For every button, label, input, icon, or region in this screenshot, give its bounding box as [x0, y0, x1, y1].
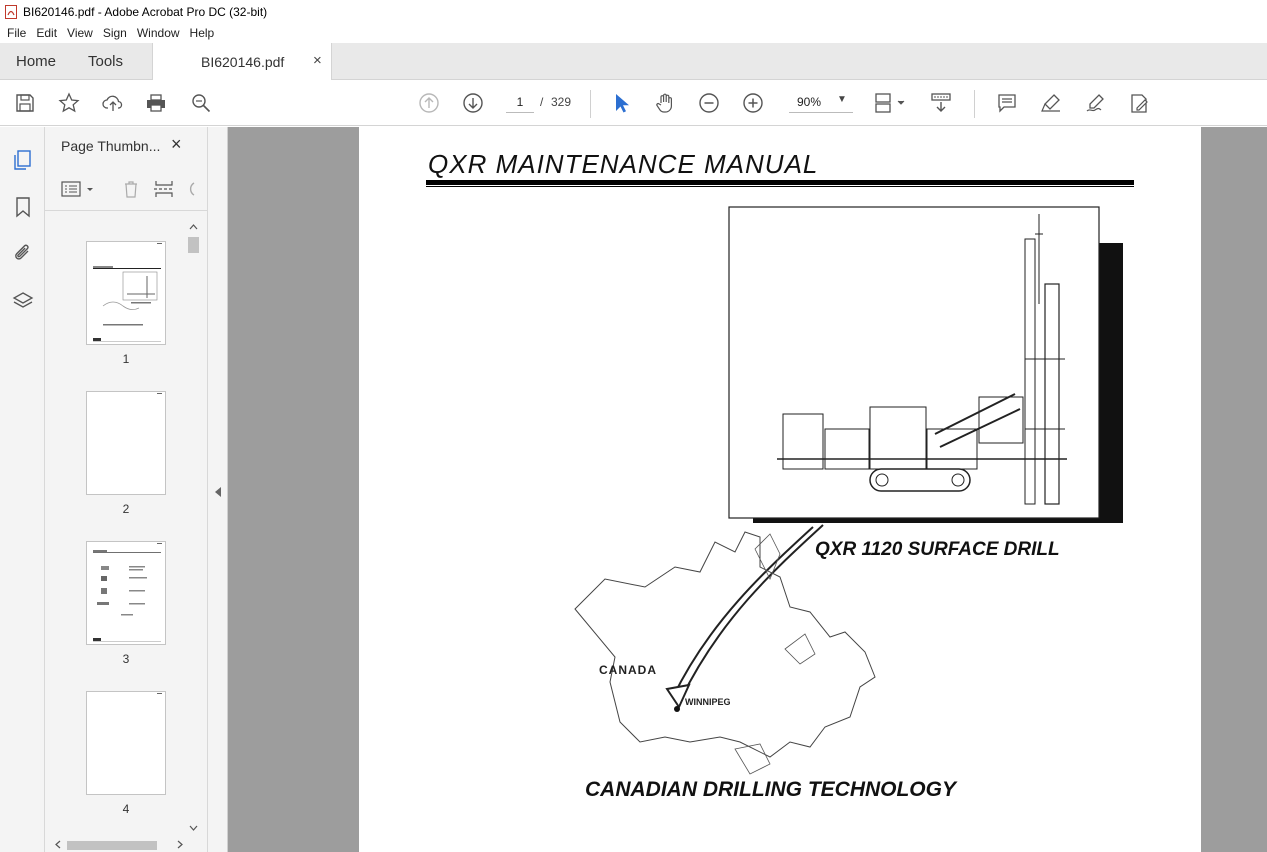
tab-document-label: BI620146.pdf — [201, 54, 285, 70]
menu-sign[interactable]: Sign — [98, 23, 132, 43]
window-title: BI620146.pdf - Adobe Acrobat Pro DC (32-… — [23, 4, 268, 19]
scroll-up-icon[interactable] — [189, 223, 198, 230]
previous-page-icon[interactable] — [416, 90, 442, 116]
document-viewer[interactable]: QXR MAINTENANCE MANUAL QXR 1120 SURFACE … — [228, 127, 1267, 852]
scroll-left-icon[interactable] — [54, 840, 61, 849]
chevron-down-icon: ▼ — [837, 94, 847, 105]
company-name: CANADIAN DRILLING TECHNOLOGY — [585, 778, 956, 801]
bookmark-star-icon[interactable] — [56, 90, 82, 116]
drill-caption: QXR 1120 SURFACE DRILL — [815, 539, 1060, 560]
menu-edit[interactable]: Edit — [31, 23, 62, 43]
tab-tools[interactable]: Tools — [88, 53, 123, 70]
toolbar-divider — [590, 90, 591, 118]
thumbnail-label: 1 — [122, 352, 130, 366]
thumbnail-horizontal-scrollbar[interactable] — [50, 838, 188, 852]
pdf-page: QXR MAINTENANCE MANUAL QXR 1120 SURFACE … — [359, 127, 1201, 852]
scroll-right-icon[interactable] — [177, 840, 184, 849]
thumbnail-preview-image — [157, 693, 162, 694]
comment-icon[interactable] — [994, 90, 1020, 116]
zoom-select[interactable]: 90% ▼ — [789, 91, 853, 113]
navigation-rail — [0, 127, 45, 852]
title-rule — [426, 180, 1134, 185]
thumbnail-label: 2 — [122, 502, 130, 516]
collapse-arrow-icon — [215, 487, 221, 497]
find-text-icon[interactable] — [188, 90, 214, 116]
bookmarks-icon[interactable] — [10, 194, 36, 220]
title-rule — [426, 186, 1134, 187]
menu-window[interactable]: Window — [132, 23, 185, 43]
document-title: QXR MAINTENANCE MANUAL — [428, 149, 819, 179]
layers-icon[interactable] — [10, 288, 36, 314]
cover-illustration — [574, 206, 1123, 775]
total-pages: 329 — [551, 95, 572, 109]
panel-collapse-handle[interactable] — [208, 127, 228, 852]
page-number-input[interactable] — [506, 91, 534, 113]
next-page-icon[interactable] — [460, 90, 486, 116]
tab-home[interactable]: Home — [16, 53, 56, 70]
page-thumbnails-icon[interactable] — [10, 147, 36, 173]
tab-document[interactable]: BI620146.pdf × — [152, 43, 332, 81]
panel-title: Page Thumbn... — [61, 138, 161, 154]
acrobat-window: BI620146.pdf - Adobe Acrobat Pro DC (32-… — [0, 0, 1267, 852]
page-thumbnail[interactable] — [86, 391, 166, 495]
page-separator: / — [540, 95, 544, 109]
thumbnail-toolbar — [45, 167, 208, 211]
thumbnail-preview-image — [93, 543, 162, 642]
scrollbar-thumb[interactable] — [188, 237, 199, 253]
scroll-down-icon[interactable] — [189, 825, 198, 832]
page-thumbnails-panel: Page Thumbn... × 1 2 3 4 — [45, 127, 208, 852]
thumbnail-list: 1 2 3 4 — [45, 212, 191, 842]
zoom-out-icon[interactable] — [696, 90, 722, 116]
map-label-city: WINNIPEG — [685, 697, 731, 707]
title-bar: BI620146.pdf - Adobe Acrobat Pro DC (32-… — [0, 0, 1267, 23]
menu-bar: File Edit View Sign Window Help — [0, 23, 1267, 43]
page-thumbnail[interactable] — [86, 541, 166, 645]
page-thumbnail[interactable] — [86, 241, 166, 345]
acrobat-pdf-icon — [5, 4, 17, 19]
print-icon[interactable] — [143, 90, 169, 116]
thumbnail-label: 4 — [122, 802, 130, 816]
tab-close-icon[interactable]: × — [313, 52, 322, 69]
menu-view[interactable]: View — [62, 23, 98, 43]
save-icon[interactable] — [12, 90, 38, 116]
menu-help[interactable]: Help — [185, 23, 220, 43]
scrolling-mode-icon[interactable] — [928, 90, 954, 116]
delete-page-icon[interactable] — [121, 179, 141, 199]
thumbnail-preview-image — [157, 393, 162, 394]
zoom-in-icon[interactable] — [740, 90, 766, 116]
thumbnail-preview-image — [93, 243, 162, 342]
toolbar-divider — [974, 90, 975, 118]
page-display-icon[interactable] — [872, 90, 910, 116]
thumbnail-vertical-scrollbar[interactable] — [186, 220, 201, 838]
page-thumbnail[interactable] — [86, 691, 166, 795]
map-label-country: CANADA — [599, 663, 657, 677]
hand-tool-icon[interactable] — [652, 90, 678, 116]
thumbnail-label: 3 — [122, 652, 130, 666]
rotate-page-icon[interactable] — [185, 179, 195, 199]
extract-page-icon[interactable] — [153, 179, 175, 199]
tab-bar: Home Tools BI620146.pdf × — [0, 43, 1267, 81]
scrollbar-thumb[interactable] — [67, 841, 157, 850]
upload-cloud-icon[interactable] — [100, 90, 126, 116]
highlight-pen-icon[interactable] — [1038, 90, 1064, 116]
edit-pdf-icon[interactable] — [1126, 90, 1152, 116]
thumbnail-options-icon[interactable] — [61, 180, 95, 198]
close-icon[interactable]: × — [171, 134, 182, 155]
select-cursor-icon[interactable] — [608, 90, 634, 116]
zoom-value: 90% — [797, 95, 822, 109]
fill-sign-icon[interactable] — [1082, 90, 1108, 116]
menu-file[interactable]: File — [2, 23, 31, 43]
main-toolbar: / 329 90% ▼ — [0, 80, 1267, 126]
attachments-paperclip-icon[interactable] — [10, 240, 36, 266]
